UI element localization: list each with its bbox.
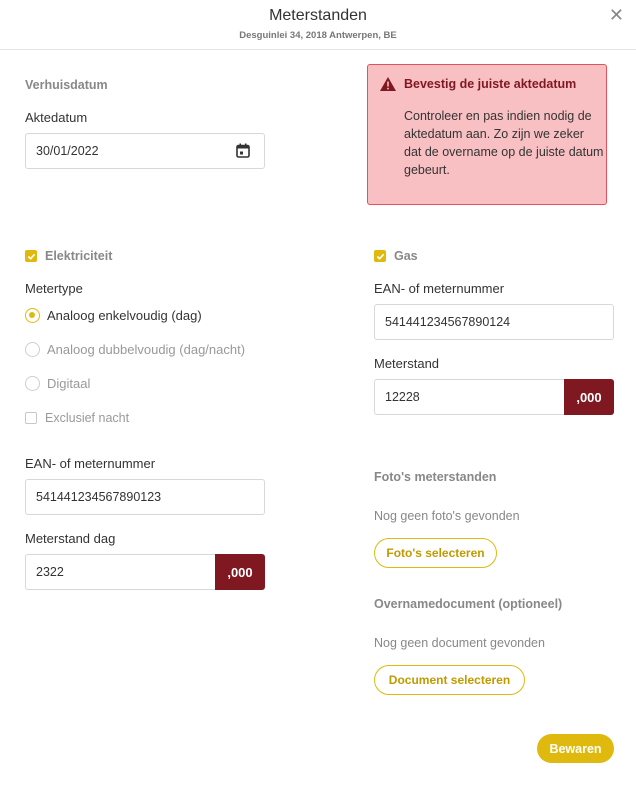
electricity-reading-suffix: ,000	[215, 554, 265, 590]
photos-empty: Nog geen foto's gevonden	[374, 509, 520, 523]
calendar-icon[interactable]	[236, 143, 250, 158]
radio-digital[interactable]: Digitaal	[25, 376, 90, 391]
electricity-label: Elektriciteit	[45, 249, 113, 263]
modal-subtitle: Desguinlei 34, 2018 Antwerpen, BE	[239, 30, 397, 41]
gas-ean-value: 541441234567890124	[385, 315, 511, 329]
radio-label: Analoog enkelvoudig (dag)	[47, 308, 202, 323]
modal-header: Meterstanden Desguinlei 34, 2018 Antwerp…	[0, 0, 636, 50]
close-icon[interactable]: ✕	[609, 6, 624, 24]
electricity-ean-label: EAN- of meternummer	[25, 456, 156, 471]
warning-icon	[380, 77, 396, 91]
radio-analog-single[interactable]: Analoog enkelvoudig (dag)	[25, 308, 202, 323]
radio-analog-double[interactable]: Analoog dubbelvoudig (dag/nacht)	[25, 342, 245, 357]
radio-indicator	[25, 342, 40, 357]
save-button[interactable]: Bewaren	[537, 734, 614, 763]
exclusive-night-label: Exclusief nacht	[45, 411, 130, 425]
electricity-reading-input[interactable]: 2322	[25, 554, 216, 590]
gas-reading-value: 12228	[385, 390, 420, 404]
check-icon	[25, 250, 37, 262]
electricity-ean-input[interactable]: 541441234567890123	[25, 479, 265, 515]
alert-body: Controleer en pas indien nodig de akteda…	[404, 109, 604, 177]
radio-label: Digitaal	[47, 376, 91, 391]
modal-title: Meterstanden	[269, 7, 367, 24]
select-photos-button[interactable]: Foto's selecteren	[374, 538, 497, 568]
gas-ean-label: EAN- of meternummer	[374, 281, 505, 296]
exclusive-night-checkbox[interactable]: Exclusief nacht	[25, 411, 129, 425]
document-empty: Nog geen document gevonden	[374, 636, 545, 650]
document-title: Overnamedocument (optioneel)	[374, 597, 563, 611]
electricity-ean-value: 541441234567890123	[36, 490, 162, 504]
radio-indicator	[25, 376, 40, 391]
date-label: Aktedatum	[25, 110, 88, 125]
date-value: 30/01/2022	[36, 144, 99, 158]
alert-title: Bevestig de juiste aktedatum	[404, 77, 577, 91]
select-document-button[interactable]: Document selecteren	[374, 665, 525, 695]
gas-reading-label: Meterstand	[374, 356, 440, 371]
electricity-checkbox[interactable]: Elektriciteit	[25, 249, 112, 263]
metertype-label: Metertype	[25, 281, 83, 296]
gas-reading-suffix: ,000	[564, 379, 614, 415]
checkbox-box	[25, 412, 37, 424]
gas-reading-input[interactable]: 12228	[374, 379, 565, 415]
radio-label: Analoog dubbelvoudig (dag/nacht)	[47, 342, 246, 357]
date-alert: Bevestig de juiste aktedatum Controleer …	[367, 64, 607, 205]
gas-checkbox[interactable]: Gas	[374, 249, 418, 263]
check-icon	[374, 250, 386, 262]
date-input[interactable]: 30/01/2022	[25, 133, 265, 169]
gas-ean-input[interactable]: 541441234567890124	[374, 304, 614, 340]
electricity-reading-value: 2322	[36, 565, 64, 579]
radio-indicator	[25, 308, 40, 323]
gas-label: Gas	[394, 249, 418, 263]
move-section-label: Verhuisdatum	[25, 78, 108, 92]
electricity-reading-label: Meterstand dag	[25, 531, 116, 546]
photos-title: Foto's meterstanden	[374, 470, 497, 484]
